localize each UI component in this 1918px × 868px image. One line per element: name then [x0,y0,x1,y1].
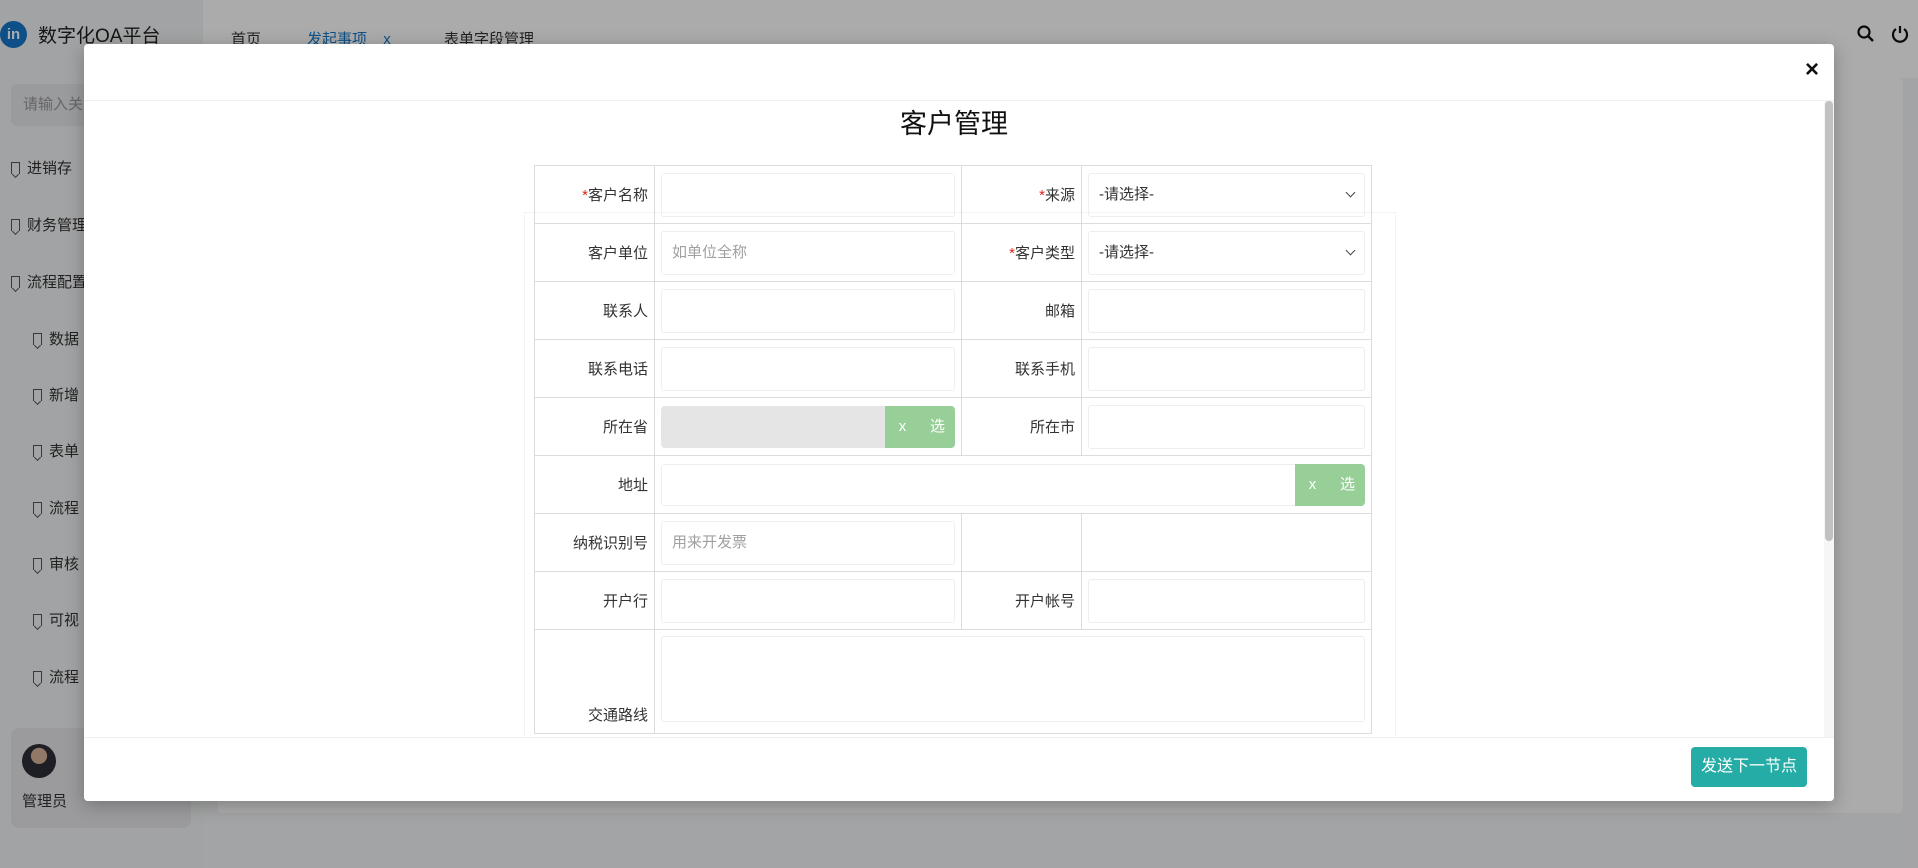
tax-id-input[interactable]: 用来开发票 [661,520,955,565]
empty-cell [1081,513,1372,572]
email-input[interactable] [1088,288,1365,333]
customer-form: *客户名称 *来源 -请选择- 客户单位 如单位全称 *客户类型 -请选择- 联… [534,165,1372,734]
field-label: 所在市 [961,397,1082,456]
close-icon[interactable]: × [1798,56,1826,84]
form-row: 纳税识别号 用来开发票 [534,513,1372,572]
mobile-input[interactable] [1088,346,1365,391]
field-label: 地址 [534,455,655,514]
field-label: 所在省 [534,397,655,456]
form-title: 客户管理 [900,109,1008,139]
form-row: *客户名称 *来源 -请选择- [534,165,1372,224]
field-label: *来源 [961,165,1082,224]
bank-input[interactable] [661,578,955,623]
address-select-button[interactable]: 选 [1330,463,1365,506]
field-label: *客户类型 [961,223,1082,282]
field-label: 客户单位 [534,223,655,282]
form-row: 客户单位 如单位全称 *客户类型 -请选择- [534,223,1372,282]
form-row: 开户行 开户帐号 [534,571,1372,630]
customer-modal: × 客户管理 *客户名称 *来源 -请选择- 客户单位 如单位全称 *客户类型 … [84,44,1834,801]
field-label: 联系电话 [534,339,655,398]
form-row: 地址 x 选 [534,455,1372,514]
chevron-down-icon [1345,187,1356,197]
chevron-down-icon [1345,245,1356,255]
modal-header: × [84,44,1834,101]
field-label: 纳税识别号 [534,513,655,572]
form-row: 联系电话 联系手机 [534,339,1372,398]
source-select[interactable]: -请选择- [1088,172,1365,217]
send-next-node-button[interactable]: 发送下一节点 [1691,747,1807,787]
province-clear-button[interactable]: x [885,405,920,448]
city-input[interactable] [1088,404,1365,449]
modal-footer: 发送下一节点 [84,737,1834,801]
modal-scrollbar[interactable] [1824,101,1834,738]
field-label: 交通路线 [534,629,655,734]
contact-input[interactable] [661,288,955,333]
form-row: 联系人 邮箱 [534,281,1372,340]
customer-type-select[interactable]: -请选择- [1088,230,1365,275]
traffic-route-textarea[interactable] [661,636,1365,722]
field-label: *客户名称 [534,165,655,224]
field-label: 开户帐号 [961,571,1082,630]
phone-input[interactable] [661,346,955,391]
customer-name-input[interactable] [661,172,955,217]
empty-cell [961,513,1082,572]
form-row: 交通路线 [534,629,1372,734]
province-value[interactable] [661,405,885,448]
field-label: 联系手机 [961,339,1082,398]
province-select-button[interactable]: 选 [920,405,955,448]
field-label: 开户行 [534,571,655,630]
address-clear-button[interactable]: x [1295,463,1330,506]
address-picker: x 选 [661,463,1365,506]
bank-account-input[interactable] [1088,578,1365,623]
address-input[interactable] [661,463,1295,506]
field-label: 联系人 [534,281,655,340]
province-picker: x 选 [661,405,955,448]
customer-unit-input[interactable]: 如单位全称 [661,230,955,275]
form-row: 所在省 x 选 所在市 [534,397,1372,456]
scrollbar-thumb[interactable] [1825,101,1833,541]
field-label: 邮箱 [961,281,1082,340]
